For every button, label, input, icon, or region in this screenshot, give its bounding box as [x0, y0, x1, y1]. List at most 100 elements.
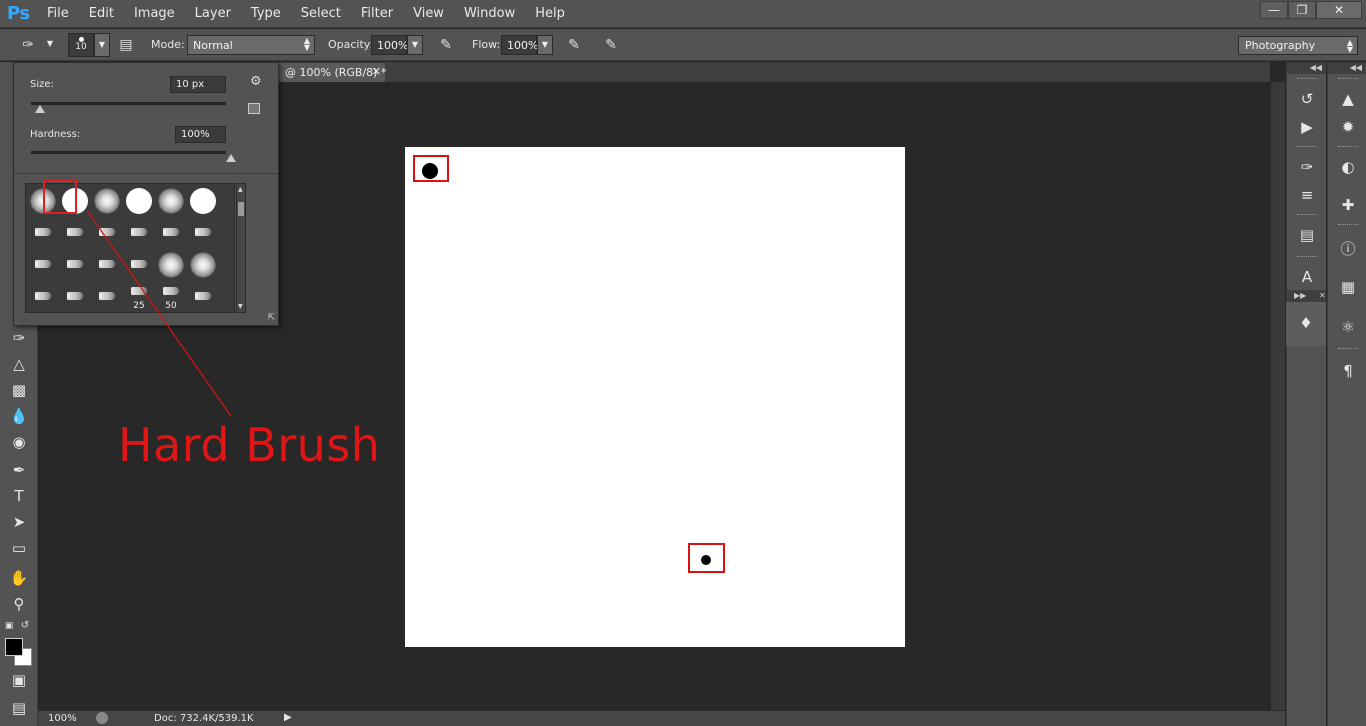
- clone-source-icon[interactable]: ▤: [1295, 224, 1319, 246]
- menu-view[interactable]: View: [403, 0, 454, 28]
- size-slider-thumb[interactable]: [34, 105, 45, 113]
- rectangle-tool-icon[interactable]: ▭: [6, 536, 32, 560]
- brush-tip-soft[interactable]: [187, 249, 219, 280]
- collapse-dock-icon[interactable]: ◀◀: [1328, 62, 1366, 74]
- airbrush-icon[interactable]: ✎: [564, 35, 584, 55]
- dock-grip[interactable]: [1338, 348, 1358, 351]
- brush-tool-icon[interactable]: ✑: [18, 35, 38, 55]
- screen-mode-icon[interactable]: ▤: [6, 696, 32, 720]
- 3d-panel-icon[interactable]: ▦: [1336, 276, 1360, 298]
- dock-grip[interactable]: [1297, 146, 1317, 149]
- scroll-up-arrow-icon[interactable]: ▲: [238, 186, 243, 193]
- path-selection-tool-icon[interactable]: ➤: [6, 510, 32, 534]
- character-panel-icon[interactable]: A: [1295, 266, 1319, 288]
- type-tool-icon[interactable]: T: [6, 484, 32, 508]
- dock-grip[interactable]: [1297, 256, 1317, 259]
- dock-grip[interactable]: [1338, 78, 1358, 81]
- hardness-input[interactable]: 100%: [175, 126, 226, 143]
- brush-tip-shape[interactable]: [187, 217, 219, 248]
- brush-tip-shape[interactable]: [59, 249, 91, 280]
- layers-panel-icon[interactable]: ♦: [1294, 312, 1318, 334]
- picker-settings-gear-icon[interactable]: ⚙: [250, 74, 262, 89]
- swap-colors-icon[interactable]: ↺: [18, 614, 32, 638]
- restore-button[interactable]: ❐: [1288, 1, 1316, 19]
- pen-tool-icon[interactable]: ✒: [6, 458, 32, 482]
- opacity-dropdown[interactable]: ▼: [407, 35, 423, 55]
- status-info-icon[interactable]: [96, 712, 108, 724]
- brush-tip-shape[interactable]: 50: [155, 281, 187, 312]
- hardness-slider-thumb[interactable]: [226, 154, 236, 162]
- workspace-select[interactable]: Photography ▲ ▼: [1238, 36, 1358, 55]
- menu-image[interactable]: Image: [124, 0, 185, 28]
- histogram-panel-icon[interactable]: ▲: [1336, 88, 1360, 110]
- menu-filter[interactable]: Filter: [351, 0, 403, 28]
- gradient-tool-icon[interactable]: ▩: [6, 378, 32, 402]
- brush-tip-shape[interactable]: [27, 249, 59, 280]
- flow-input[interactable]: 100%: [501, 35, 538, 55]
- brush-tip-hard[interactable]: [187, 185, 219, 216]
- zoom-field[interactable]: 100%: [48, 713, 77, 724]
- history-brush-tool-icon[interactable]: ✑: [6, 326, 32, 350]
- paths-panel-icon[interactable]: ✚: [1336, 194, 1360, 216]
- close-tab-icon[interactable]: ✕: [372, 65, 381, 78]
- brush-preset-dropdown[interactable]: ▼: [94, 33, 110, 57]
- adjustments-panel-icon[interactable]: ◐: [1336, 156, 1360, 178]
- channels-panel-icon[interactable]: ⚛: [1336, 316, 1360, 338]
- minimize-button[interactable]: —: [1260, 1, 1288, 19]
- brush-tip-shape[interactable]: [155, 217, 187, 248]
- brush-tip-shape[interactable]: [27, 217, 59, 248]
- status-menu-arrow-icon[interactable]: ▶: [284, 712, 292, 723]
- opacity-input[interactable]: 100%: [371, 35, 408, 55]
- dock-grip[interactable]: [1297, 78, 1317, 81]
- brush-tip-soft[interactable]: [155, 249, 187, 280]
- tool-preset-dropdown[interactable]: ▼: [42, 35, 58, 55]
- brush-presets-icon[interactable]: ≡: [1295, 184, 1319, 206]
- menu-select[interactable]: Select: [291, 0, 351, 28]
- foreground-color-swatch[interactable]: [5, 638, 23, 656]
- brush-preset-picker-button[interactable]: 10: [68, 33, 94, 57]
- menu-help[interactable]: Help: [525, 0, 575, 28]
- brush-grid-scrollbar[interactable]: ▲ ▼: [236, 183, 246, 313]
- quick-mask-icon[interactable]: ▣: [6, 668, 32, 692]
- history-panel-icon[interactable]: ↺: [1295, 88, 1319, 110]
- menu-layer[interactable]: Layer: [185, 0, 241, 28]
- flow-dropdown[interactable]: ▼: [537, 35, 553, 55]
- zoom-tool-icon[interactable]: ⚲: [6, 592, 32, 616]
- brush-tip-soft[interactable]: [155, 185, 187, 216]
- close-window-button[interactable]: ✕: [1316, 1, 1362, 19]
- brush-tip-shape[interactable]: [91, 217, 123, 248]
- scroll-down-arrow-icon[interactable]: ▼: [238, 303, 243, 310]
- info-panel-icon[interactable]: ⓘ: [1336, 238, 1360, 260]
- pressure-opacity-icon[interactable]: ✎: [436, 35, 456, 55]
- resize-grip-icon[interactable]: ⇱: [267, 313, 275, 323]
- mode-select[interactable]: Normal ▲ ▼: [187, 35, 315, 55]
- new-preset-icon[interactable]: [248, 103, 260, 114]
- brush-tip-soft[interactable]: [91, 185, 123, 216]
- brush-panel-toggle-icon[interactable]: ▤: [116, 35, 136, 55]
- pressure-size-icon[interactable]: ✎: [601, 35, 621, 55]
- menu-type[interactable]: Type: [241, 0, 291, 28]
- brush-tip-shape[interactable]: [91, 249, 123, 280]
- brush-panel-icon[interactable]: ✑: [1295, 156, 1319, 178]
- menu-edit[interactable]: Edit: [79, 0, 124, 28]
- paragraph-panel-icon[interactable]: ¶: [1336, 360, 1360, 382]
- menu-window[interactable]: Window: [454, 0, 525, 28]
- brush-tip-shape[interactable]: [187, 281, 219, 312]
- scroll-thumb[interactable]: [238, 202, 244, 216]
- navigator-panel-icon[interactable]: ✹: [1336, 116, 1360, 138]
- document-tab[interactable]: @ 100% (RGB/8) * ✕: [278, 62, 386, 82]
- brush-tip-shape[interactable]: [59, 281, 91, 312]
- dock-grip[interactable]: [1338, 146, 1358, 149]
- canvas-vertical-scrollbar[interactable]: [1270, 82, 1285, 710]
- brush-tip-shape[interactable]: 25: [123, 281, 155, 312]
- brush-tip-hard[interactable]: [123, 185, 155, 216]
- brush-tip-shape[interactable]: [123, 217, 155, 248]
- size-slider-track[interactable]: [31, 102, 226, 105]
- eraser-tool-icon[interactable]: △: [6, 352, 32, 376]
- dock-grip[interactable]: [1338, 224, 1358, 227]
- brush-tip-shape[interactable]: [91, 281, 123, 312]
- brush-tip-shape[interactable]: [123, 249, 155, 280]
- menu-file[interactable]: File: [37, 0, 79, 28]
- dodge-tool-icon[interactable]: ◉: [6, 430, 32, 454]
- actions-panel-icon[interactable]: ▶: [1295, 116, 1319, 138]
